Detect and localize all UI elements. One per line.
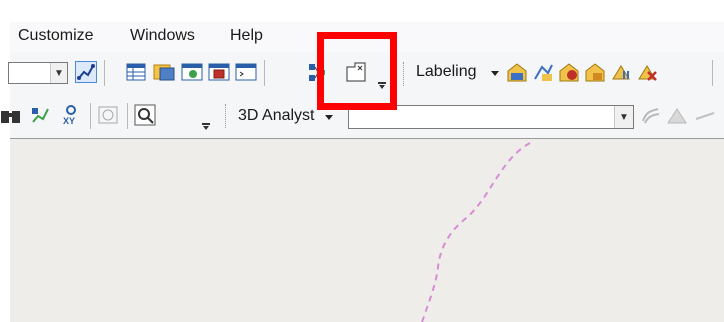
lock-labels-icon[interactable] [584,61,606,83]
svg-text:XY: XY [63,116,75,126]
separator [127,103,128,129]
python-window-icon[interactable] [235,62,257,82]
labeling-menu[interactable]: Labeling [416,63,477,81]
toolbar-options-chevron-icon[interactable] [202,115,210,131]
go-to-xy-icon[interactable]: XY [60,104,82,126]
steepest-path-icon [667,108,687,124]
pause-labeling-icon[interactable] [610,61,632,83]
caret-down-icon[interactable] [491,69,499,77]
separator [264,60,265,86]
highlight-box [317,32,397,110]
time-slider-icon[interactable] [97,105,119,125]
catalog-icon[interactable] [153,62,175,82]
label-priority-icon[interactable] [532,61,554,83]
toolbar-grip[interactable] [225,104,228,128]
line-of-sight-icon [695,112,715,120]
binoculars-icon[interactable] [0,105,22,125]
menu-windows[interactable]: Windows [130,27,195,45]
separator [104,60,105,86]
edit-sketch-icon[interactable] [75,61,97,83]
map-view[interactable] [10,139,724,322]
menu-help[interactable]: Help [230,27,263,45]
window-top-strip [0,0,724,22]
caret-down-icon[interactable] [325,113,333,121]
separator [90,103,91,129]
arctoolbox-icon[interactable] [208,62,230,82]
3d-analyst-menu[interactable]: 3D Analyst [238,107,314,125]
label-manager-icon[interactable] [506,61,528,83]
menu-customize[interactable]: Customize [18,27,94,45]
clear-labels-icon[interactable] [636,61,658,83]
chevron-down-icon[interactable]: ▼ [614,106,633,128]
separator [712,60,713,86]
attribute-table-icon[interactable] [126,62,146,82]
label-weights-icon[interactable] [558,61,580,83]
toolbar-grip[interactable] [403,62,406,86]
create-viewer-window-icon[interactable] [134,104,156,126]
find-route-icon[interactable] [30,105,52,125]
chevron-down-icon[interactable]: ▼ [50,63,67,83]
scale-combo[interactable]: ▼ [8,62,68,84]
boundary-line [421,142,531,322]
search-window-icon[interactable] [181,62,203,82]
contour-icon [642,108,660,124]
